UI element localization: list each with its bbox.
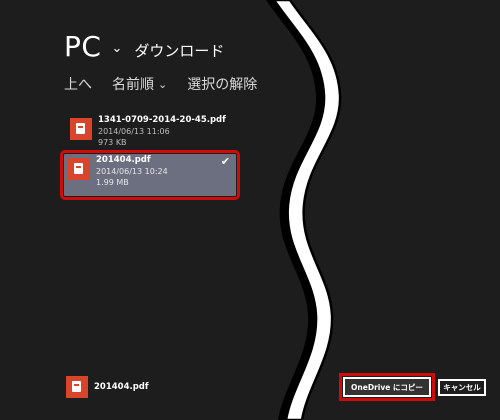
file-date: 2014/06/13 11:06 [98,127,170,136]
command-bar: 上へ 名前順 ⌄ 選択の解除 [64,74,257,94]
file-info: 1341-0709-2014-20-45.pdf 2014/06/13 11:0… [98,115,226,148]
basket-file-name: 201404.pdf [94,382,149,392]
sort-button[interactable]: 名前順 ⌄ [112,74,167,94]
cancel-button[interactable]: キャンセル [438,379,486,396]
location-header[interactable]: PC ⌄ ダウンロード [64,30,224,63]
chevron-down-icon: ⌄ [158,78,168,91]
selected-files-basket: 201404.pdf [66,376,149,398]
folder-name: ダウンロード [134,42,225,60]
up-button[interactable]: 上へ [64,74,92,94]
file-size: 973 KB [98,138,127,147]
checkmark-icon: ✔ [220,155,230,168]
file-picker-screen: PC ⌄ ダウンロード 上へ 名前順 ⌄ 選択の解除 1341-0709-2014… [0,0,500,420]
file-info: 201404.pdf 2014/06/13 10:24 1.99 MB [96,155,168,188]
file-name: 201404.pdf [96,155,151,165]
location-title[interactable]: PC [64,30,101,63]
file-size: 1.99 MB [96,178,129,187]
file-date: 2014/06/13 10:24 [96,167,168,176]
file-item[interactable]: 1341-0709-2014-20-45.pdf 2014/06/13 11:0… [66,114,232,156]
pdf-file-icon [68,158,90,180]
pdf-file-icon [70,118,92,140]
file-item-selected[interactable]: 201404.pdf 2014/06/13 10:24 1.99 MB ✔ [60,150,240,200]
pdf-file-icon [66,376,88,398]
copy-to-onedrive-button[interactable]: OneDrive にコピー [339,373,435,401]
clear-selection-button[interactable]: 選択の解除 [187,74,257,94]
chevron-down-icon[interactable]: ⌄ [111,41,122,56]
sort-label: 名前順 [112,77,154,93]
wave-divider [266,0,342,420]
file-name: 1341-0709-2014-20-45.pdf [98,115,226,125]
